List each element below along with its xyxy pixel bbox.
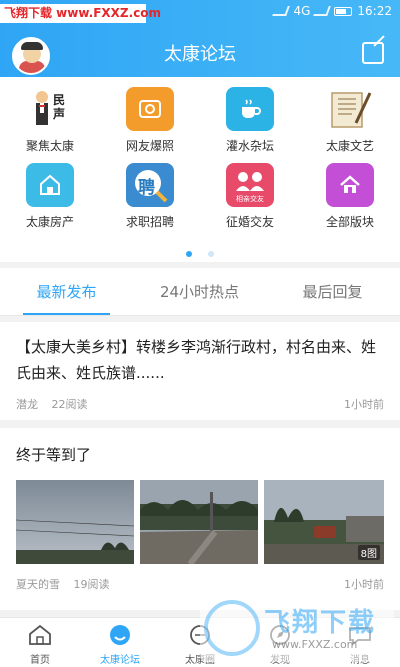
recruit-char: 聘	[138, 178, 155, 198]
dating-text: 相亲交友	[236, 195, 264, 203]
forum-icon	[110, 625, 130, 645]
wifi-icon	[272, 6, 291, 16]
category-label: 网友爆照	[125, 139, 174, 153]
list-item[interactable]: 【太康大美乡村】转楼乡李鸿渐行政村，村名由来、姓氏由来、姓氏族谱...... 潜…	[0, 322, 400, 420]
all-sections-icon	[326, 163, 374, 207]
tab-last-reply[interactable]: 最后回复	[266, 268, 399, 316]
battery-icon	[334, 6, 353, 16]
status-bar: 飞翔下载 www.FXXZ.com 4G 16:22	[0, 0, 400, 26]
camera-icon	[126, 87, 174, 131]
category-label: 求职招聘	[125, 215, 174, 229]
category-grid: 民声 聚焦太康 网友爆照 灌水杂坛 太康文艺 太康房产 聘 求职招聘 相亲交友 …	[0, 77, 400, 262]
watermark-logo-icon	[204, 600, 260, 656]
post-image[interactable]	[16, 480, 134, 564]
app-header: 飞翔下载 www.FXXZ.com 4G 16:22 太康论坛	[0, 0, 400, 77]
watermark-overlay: 飞翔下载 www.FXXZ.com	[200, 596, 394, 662]
coffee-icon	[226, 87, 274, 131]
category-jobs[interactable]: 聘 求职招聘	[100, 153, 200, 229]
clock: 16:22	[357, 4, 392, 18]
image-count-badge: 8图	[357, 545, 380, 560]
house-icon	[26, 163, 74, 207]
nav-home[interactable]: 首页	[0, 618, 80, 667]
news-text: 民声	[52, 93, 65, 121]
page-title: 太康论坛	[164, 44, 236, 65]
category-label: 全部版块	[325, 215, 374, 229]
category-housing[interactable]: 太康房产	[0, 153, 100, 229]
post-meta: 夏天的雪 19阅读	[16, 576, 110, 592]
category-label: 灌水杂坛	[225, 139, 274, 153]
tab-24h-hot[interactable]: 24小时热点	[133, 268, 266, 316]
category-focus[interactable]: 民声 聚焦太康	[0, 77, 100, 153]
post-author[interactable]: 夏天的雪	[16, 578, 60, 591]
network-label: 4G	[293, 4, 311, 18]
signal-icon	[313, 6, 332, 16]
post-meta: 潜龙 22阅读	[16, 396, 88, 412]
home-icon	[29, 624, 51, 645]
watermark-text: 飞翔下载	[264, 608, 377, 638]
status-icons: 4G 16:22	[272, 4, 392, 18]
category-all[interactable]: 全部版块	[300, 153, 400, 229]
post-title[interactable]: 终于等到了	[16, 442, 386, 468]
post-image[interactable]	[140, 480, 258, 564]
recruit-icon: 聘	[126, 163, 174, 207]
watermark-top: 飞翔下载 www.FXXZ.com	[0, 4, 161, 23]
post-reads: 22阅读	[51, 398, 88, 411]
post-title[interactable]: 【太康大美乡村】转楼乡李鸿渐行政村，村名由来、姓氏由来、姓氏族谱......	[16, 334, 386, 386]
compose-icon[interactable]	[362, 42, 384, 64]
category-dating[interactable]: 相亲交友 征婚交友	[200, 153, 300, 229]
post-author[interactable]: 潜龙	[16, 398, 38, 411]
news-icon: 民声	[26, 87, 74, 131]
feed-tabs: 最新发布 24小时热点 最后回复	[0, 268, 400, 316]
tab-latest[interactable]: 最新发布	[0, 268, 133, 316]
nav-label: 太康论坛	[100, 655, 140, 666]
post-time: 1小时前	[344, 578, 384, 591]
category-label: 太康文艺	[325, 139, 374, 153]
page-indicator	[0, 242, 400, 261]
category-arts[interactable]: 太康文艺	[300, 77, 400, 153]
category-label: 太康房产	[25, 215, 74, 229]
dating-icon: 相亲交友	[226, 163, 274, 207]
page-dot[interactable]	[207, 251, 214, 257]
category-chat[interactable]: 灌水杂坛	[200, 77, 300, 153]
tab-indicator	[23, 313, 110, 315]
nav-forum[interactable]: 太康论坛	[80, 618, 160, 667]
category-label: 聚焦太康	[25, 139, 74, 153]
nav-label: 首页	[30, 655, 50, 666]
post-image[interactable]: 8图	[264, 480, 384, 564]
post-reads: 19阅读	[73, 578, 110, 591]
scroll-icon	[326, 87, 374, 131]
page-dot-active[interactable]	[186, 251, 193, 257]
watermark-url: www.FXXZ.com	[272, 638, 358, 651]
category-label: 征婚交友	[225, 215, 274, 229]
category-photos[interactable]: 网友爆照	[100, 77, 200, 153]
post-time: 1小时前	[344, 398, 384, 411]
